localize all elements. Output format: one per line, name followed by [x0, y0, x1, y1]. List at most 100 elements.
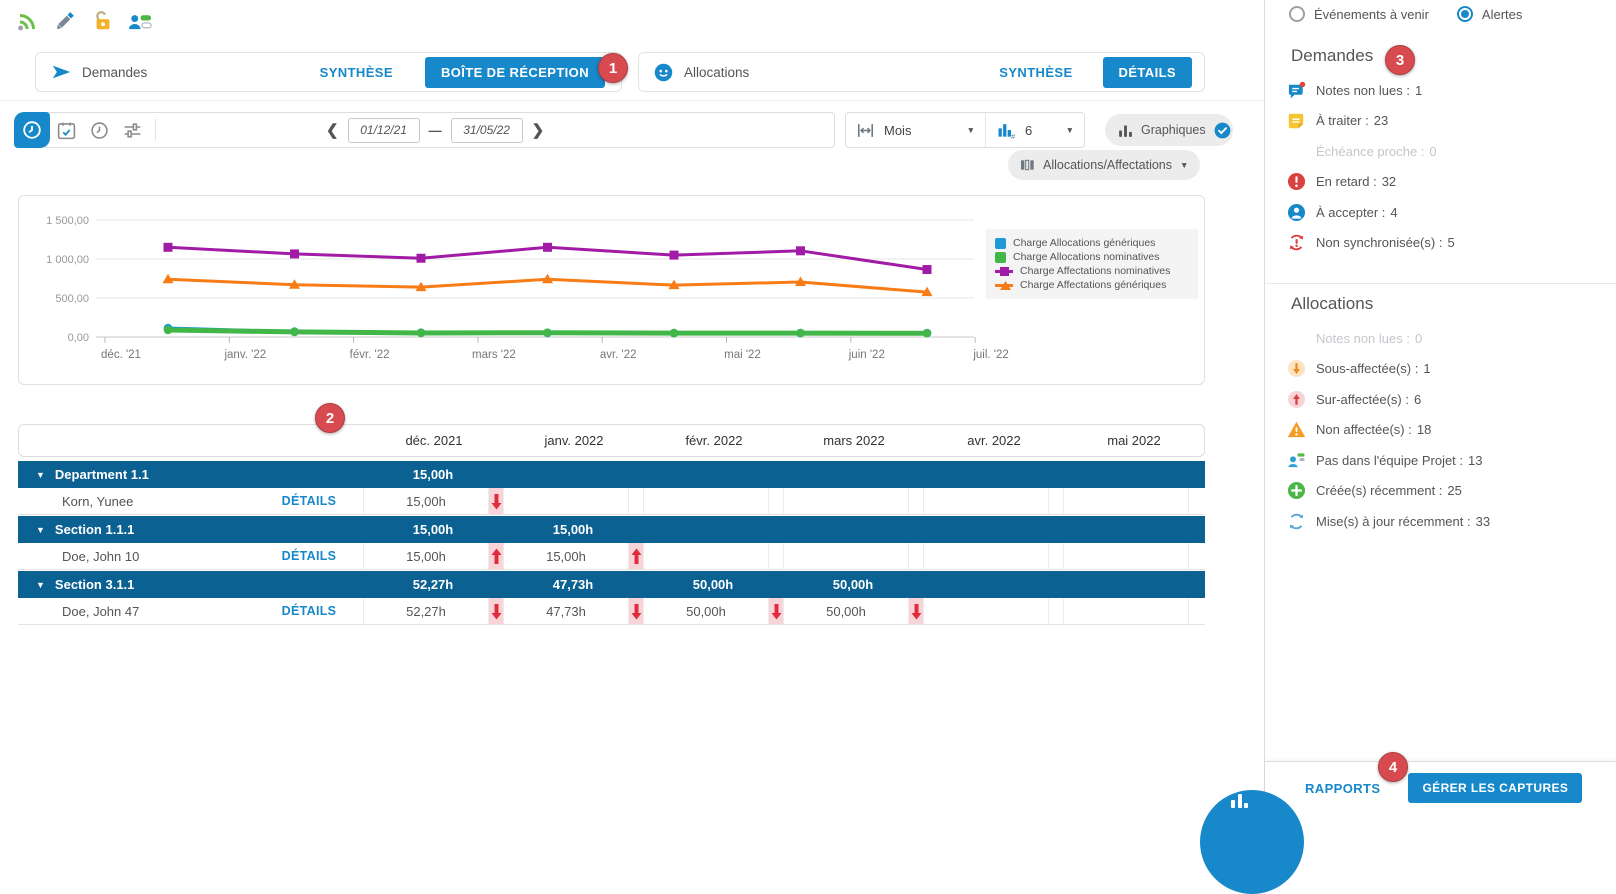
- width-scale-icon: [856, 121, 875, 140]
- legend-label: Charge Affectations nominatives: [1020, 265, 1170, 277]
- month-cell: 15,00h: [363, 543, 503, 569]
- arrow-strip: [1048, 543, 1063, 569]
- details-link[interactable]: DÉTAILS: [255, 598, 363, 624]
- clock-icon[interactable]: [88, 119, 110, 141]
- alert-item[interactable]: Non synchronisée(s) :5: [1286, 228, 1608, 259]
- radio-selected-icon[interactable]: [1457, 6, 1473, 22]
- date-from-input[interactable]: [348, 118, 420, 143]
- series-filter-value: Allocations/Affectations: [1043, 158, 1172, 172]
- alert-item[interactable]: Non affectée(s) :18: [1286, 415, 1608, 446]
- collapse-triangle-icon[interactable]: ▼: [36, 470, 45, 480]
- details-link[interactable]: DÉTAILS: [255, 488, 363, 514]
- signal-icon[interactable]: [14, 8, 39, 33]
- team-status-icon[interactable]: [128, 8, 153, 33]
- person-name: Doe, John 10: [18, 543, 255, 569]
- radio-icon[interactable]: [1289, 6, 1305, 22]
- arrow-strip: [1048, 488, 1063, 514]
- alert-label: Notes non lues :: [1316, 331, 1410, 346]
- alert-item[interactable]: Notes non lues :1: [1286, 75, 1608, 106]
- allocations-alerts-list: Notes non lues :0 Sous-affectée(s) : 1 Sur-…: [1286, 323, 1608, 537]
- month-cell: [923, 598, 1063, 624]
- arrow-strip: [768, 488, 783, 514]
- previous-period-chevron[interactable]: ❮: [326, 121, 339, 139]
- allocations-details-button[interactable]: DÉTAILS: [1103, 57, 1192, 88]
- table-section-row[interactable]: ▼Section 3.1.152,27h47,73h50,00h50,00h: [18, 571, 1205, 598]
- month-cell: [1063, 598, 1203, 624]
- periods-count-dropdown[interactable]: # 6 ▼: [986, 113, 1084, 147]
- month-value: [644, 488, 768, 514]
- gerer-les-captures-button[interactable]: GÉRER LES CAPTURES: [1408, 773, 1582, 803]
- radio-alertes-label: Alertes: [1482, 7, 1522, 22]
- table-section-row[interactable]: ▼Section 1.1.115,00h15,00h: [18, 516, 1205, 543]
- alert-label: Non affectée(s) :: [1316, 422, 1412, 437]
- demandes-inbox-button[interactable]: BOÎTE DE RÉCEPTION: [425, 57, 605, 88]
- chart-bars-icon: [1117, 122, 1134, 139]
- month-cell: 50,00h: [783, 598, 923, 624]
- alert-label: Créée(s) récemment :: [1316, 483, 1442, 498]
- time-scale-dropdown[interactable]: Mois ▼: [846, 113, 986, 147]
- section-month-total: [1063, 461, 1203, 488]
- table-section-row[interactable]: ▼Department 1.115,00h: [18, 461, 1205, 488]
- time-view-tab[interactable]: [14, 112, 50, 148]
- series-filter-dropdown[interactable]: Allocations/Affectations ▼: [1008, 150, 1200, 180]
- alert-item[interactable]: Mise(s) à jour récemment :33: [1286, 506, 1608, 537]
- month-value: [1064, 598, 1188, 624]
- svg-text:#: #: [1011, 132, 1016, 140]
- chart-fab-button[interactable]: [1200, 790, 1304, 894]
- alert-count: 23: [1374, 113, 1388, 128]
- month-value: [784, 488, 908, 514]
- graphiques-toggle[interactable]: Graphiques: [1105, 114, 1233, 146]
- radio-alertes[interactable]: Alertes: [1457, 6, 1522, 22]
- section-month-total: [1063, 516, 1203, 543]
- section-month-total: [923, 461, 1063, 488]
- allocations-synthese-link[interactable]: SYNTHÈSE: [999, 65, 1072, 80]
- next-period-chevron[interactable]: ❯: [532, 121, 545, 139]
- month-cell: [503, 488, 643, 514]
- calendar-check-icon[interactable]: [55, 119, 77, 141]
- month-cell: 15,00h: [503, 543, 643, 569]
- section-month-total: 50,00h: [783, 571, 923, 598]
- svg-text:0,00: 0,00: [68, 332, 89, 344]
- radio-evenements[interactable]: Événements à venir: [1289, 6, 1429, 22]
- section-month-total: [643, 461, 783, 488]
- alert-item[interactable]: Sur-affectée(s) :6: [1286, 384, 1608, 415]
- rapports-link[interactable]: RAPPORTS: [1305, 781, 1380, 796]
- alert-label: Sous-affectée(s) :: [1316, 361, 1418, 376]
- time-scale-value: Mois: [884, 123, 911, 138]
- callout-badge-4: 4: [1378, 752, 1408, 782]
- alert-label: Mise(s) à jour récemment :: [1316, 514, 1471, 529]
- alert-item[interactable]: Pas dans l'équipe Projet :13: [1286, 445, 1608, 476]
- alert-item[interactable]: À traiter : 23: [1286, 106, 1608, 137]
- alert-item[interactable]: À accepter :4: [1286, 197, 1608, 228]
- svg-text:juil. '22: juil. '22: [972, 349, 1008, 361]
- pencil-icon[interactable]: [52, 8, 77, 33]
- month-cell: [783, 488, 923, 514]
- alert-label: En retard :: [1316, 174, 1377, 189]
- collapse-triangle-icon[interactable]: ▼: [36, 580, 45, 590]
- alert-item[interactable]: En retard :32: [1286, 167, 1608, 198]
- alert-item: Notes non lues :0: [1286, 323, 1608, 354]
- month-value: 50,00h: [644, 598, 768, 624]
- allocations-panel-title: Allocations: [684, 65, 749, 80]
- alert-item[interactable]: Sous-affectée(s) : 1: [1286, 354, 1608, 385]
- collapse-triangle-icon[interactable]: ▼: [36, 525, 45, 535]
- date-to-input[interactable]: [451, 118, 523, 143]
- details-link[interactable]: DÉTAILS: [255, 543, 363, 569]
- section-name: Section 1.1.1: [55, 522, 134, 537]
- alert-count: 0: [1429, 144, 1436, 159]
- sidebar-divider: [1265, 283, 1616, 284]
- demandes-synthese-link[interactable]: SYNTHÈSE: [320, 65, 393, 80]
- lock-icon[interactable]: [90, 8, 115, 33]
- arrow-up-icon: [628, 543, 643, 569]
- month-value: [644, 543, 768, 569]
- sliders-icon[interactable]: [121, 119, 143, 141]
- header-divider: [0, 100, 1264, 101]
- alert-count: 1: [1423, 361, 1430, 376]
- load-chart-panel: 0,00500,001 000,001 500,00déc. '21janv. …: [18, 195, 1205, 385]
- sidebar-footer: RAPPORTS GÉRER LES CAPTURES: [1265, 761, 1616, 814]
- svg-text:janv. '22: janv. '22: [223, 349, 266, 361]
- alert-item[interactable]: Créée(s) récemment :25: [1286, 476, 1608, 507]
- alert-label: À traiter :: [1316, 113, 1369, 128]
- legend-swatch: [995, 284, 1013, 287]
- section-month-total: [783, 516, 923, 543]
